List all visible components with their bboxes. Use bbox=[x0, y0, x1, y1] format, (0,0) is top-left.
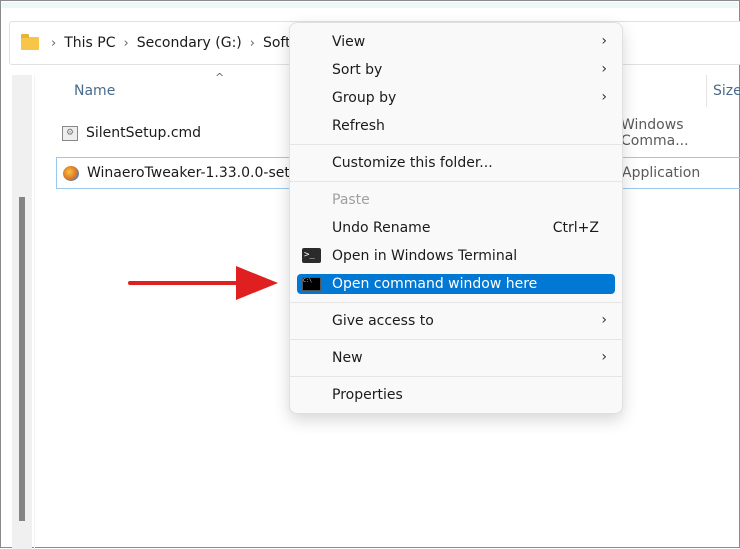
menu-label: Sort by bbox=[332, 62, 383, 78]
chevron-right-icon: › bbox=[601, 349, 607, 365]
menu-item-open-terminal[interactable]: >_ Open in Windows Terminal bbox=[297, 246, 615, 266]
menu-label: Give access to bbox=[332, 313, 434, 329]
menu-item-customize-folder[interactable]: Customize this folder... bbox=[297, 153, 615, 173]
menu-item-new[interactable]: New › bbox=[297, 348, 615, 368]
menu-separator bbox=[290, 302, 622, 303]
menu-item-view[interactable]: View › bbox=[297, 32, 615, 52]
column-divider[interactable] bbox=[706, 75, 707, 107]
cmd-script-icon: ⚙ bbox=[62, 125, 78, 141]
menu-item-refresh[interactable]: Refresh bbox=[297, 116, 615, 136]
red-arrow-annotation bbox=[128, 266, 278, 300]
menu-separator bbox=[290, 144, 622, 145]
menu-label: Customize this folder... bbox=[332, 155, 493, 171]
menu-label: Undo Rename bbox=[332, 220, 431, 236]
menu-item-undo-rename[interactable]: Undo Rename Ctrl+Z bbox=[297, 218, 615, 238]
menu-label: Group by bbox=[332, 90, 397, 106]
column-header-size[interactable]: Size bbox=[713, 83, 740, 99]
command-prompt-icon: C:\ bbox=[302, 277, 321, 291]
menu-separator bbox=[290, 181, 622, 182]
chevron-right-icon: › bbox=[601, 89, 607, 105]
sort-ascending-icon: ^ bbox=[215, 71, 225, 84]
file-name: WinaeroTweaker-1.33.0.0-setup bbox=[87, 165, 308, 181]
file-type: Windows Comma... bbox=[621, 117, 689, 149]
chevron-right-icon: › bbox=[123, 35, 129, 51]
menu-separator bbox=[290, 339, 622, 340]
menu-item-group-by[interactable]: Group by › bbox=[297, 88, 615, 108]
menu-label: Paste bbox=[332, 192, 370, 208]
chevron-right-icon: › bbox=[601, 312, 607, 328]
menu-item-properties[interactable]: Properties bbox=[297, 385, 615, 405]
menu-item-give-access[interactable]: Give access to › bbox=[297, 311, 615, 331]
title-strip bbox=[2, 2, 738, 8]
menu-label: Properties bbox=[332, 387, 403, 403]
menu-label: View bbox=[332, 34, 366, 50]
menu-item-paste: Paste bbox=[297, 190, 615, 210]
folder-icon bbox=[21, 33, 39, 50]
menu-label: Open command window here bbox=[332, 276, 538, 292]
chevron-right-icon: › bbox=[601, 33, 607, 49]
column-header-name[interactable]: Name bbox=[74, 83, 115, 99]
menu-label: New bbox=[332, 350, 363, 366]
terminal-icon: >_ bbox=[302, 248, 321, 263]
chevron-right-icon: › bbox=[601, 61, 607, 77]
shortcut-label: Ctrl+Z bbox=[552, 220, 599, 236]
breadcrumb-drive[interactable]: Secondary (G:) bbox=[137, 35, 242, 51]
menu-item-open-command-window[interactable]: C:\ Open command window here bbox=[297, 274, 615, 294]
chevron-right-icon: › bbox=[51, 35, 57, 51]
breadcrumb-this-pc[interactable]: This PC bbox=[64, 35, 115, 51]
menu-label: Open in Windows Terminal bbox=[332, 248, 518, 264]
menu-separator bbox=[290, 376, 622, 377]
breadcrumb-folder[interactable]: Soft bbox=[263, 35, 291, 51]
nav-scrollbar-thumb[interactable] bbox=[19, 197, 25, 521]
menu-label: Refresh bbox=[332, 118, 385, 134]
pane-divider bbox=[34, 75, 35, 549]
menu-item-sort-by[interactable]: Sort by › bbox=[297, 60, 615, 80]
setup-app-icon bbox=[63, 165, 79, 181]
file-type: Application bbox=[622, 165, 701, 181]
file-name: SilentSetup.cmd bbox=[86, 125, 202, 141]
context-menu: View › Sort by › Group by › Refresh Customi… bbox=[289, 22, 623, 414]
chevron-right-icon: › bbox=[249, 35, 255, 51]
